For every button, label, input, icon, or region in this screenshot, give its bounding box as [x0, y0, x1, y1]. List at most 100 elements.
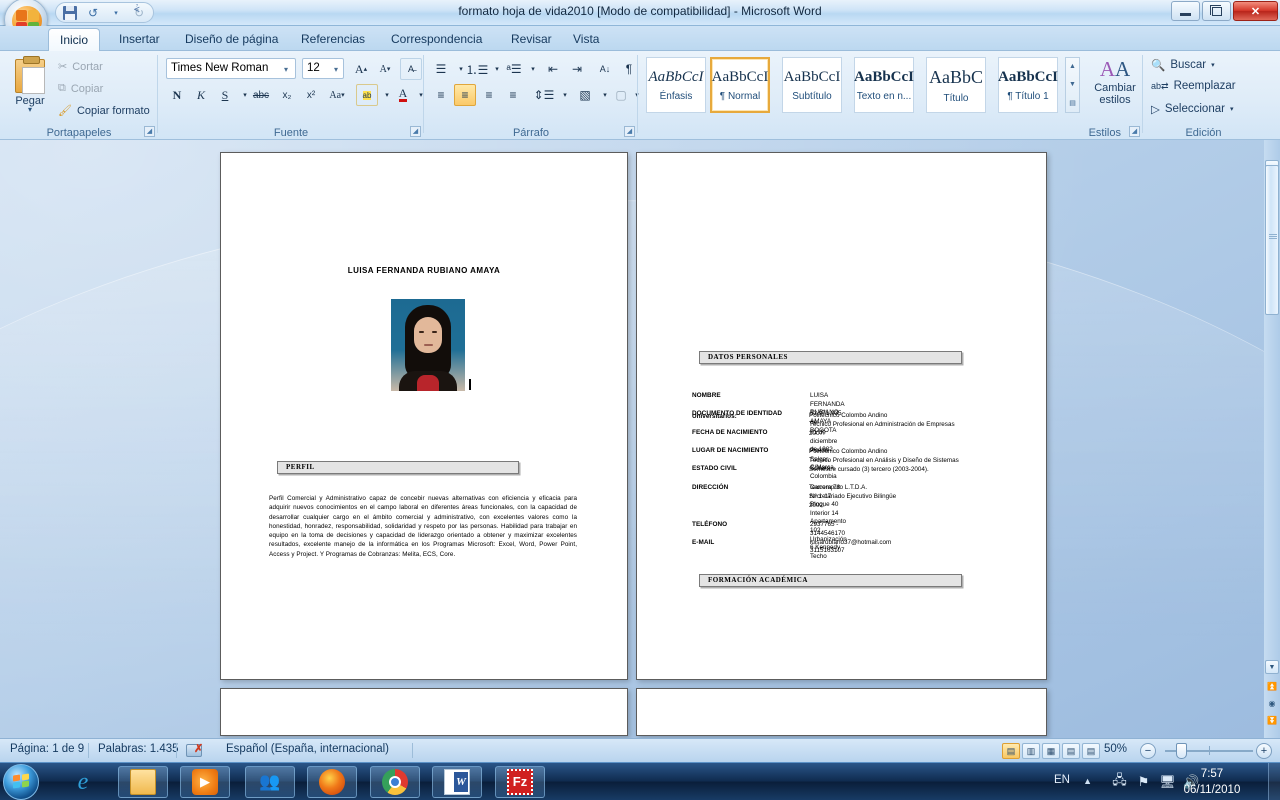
bullets-button[interactable]: ☰ [430, 58, 452, 80]
taskbar-filezilla[interactable]: Fz [495, 766, 545, 798]
document-page-3[interactable] [220, 688, 628, 736]
taskbar-internet-explorer[interactable]: e [58, 766, 108, 798]
flag-action-center-icon[interactable]: ⚑ [1135, 774, 1152, 790]
document-page-2[interactable]: DATOS PERSONALES NOMBRE LUISA FERNANDA R… [636, 152, 1047, 680]
sort-button[interactable]: A↓ [594, 58, 616, 80]
taskbar-chrome[interactable] [370, 766, 420, 798]
increase-indent-button[interactable]: ⇥ [566, 58, 588, 80]
grow-font-button[interactable]: A ▴ [350, 58, 372, 80]
line-spacing-button[interactable]: ⇕☰ [532, 84, 556, 106]
strikethrough-button[interactable]: abc [250, 84, 272, 106]
document-page-1[interactable]: LUISA FERNANDA RUBIANO AMAYA PERFIL Perf… [220, 152, 628, 680]
bold-button[interactable]: N [166, 84, 188, 106]
subscript-button[interactable]: x₂ [276, 84, 298, 106]
italic-button[interactable]: K [190, 84, 212, 106]
style-normal[interactable]: AaBbCcI ¶ Normal [710, 57, 770, 113]
document-canvas[interactable]: LUISA FERNANDA RUBIANO AMAYA PERFIL Perf… [0, 140, 1264, 738]
align-center-button[interactable]: ≡ [454, 84, 476, 106]
clock[interactable]: 7:57 06/11/2010 [1166, 766, 1258, 798]
font-dialog-launcher[interactable]: ◢ [410, 126, 421, 137]
superscript-button[interactable]: x² [300, 84, 322, 106]
shading-button[interactable]: ▧ [574, 84, 596, 106]
tab-correspondencia[interactable]: Correspondencia [380, 28, 493, 51]
copy-button[interactable]: ⧉ Copiar [58, 82, 103, 95]
chevron-up-icon[interactable]: ▲ [1069, 63, 1076, 70]
line-spacing-dropdown[interactable]: ▾ [554, 84, 576, 106]
zoom-slider-thumb[interactable] [1176, 743, 1187, 759]
change-case-button[interactable]: Aa ▾ [324, 84, 350, 106]
show-desktop-button[interactable] [1268, 763, 1280, 800]
select-dropdown-arrow[interactable]: ▾ [1230, 105, 1234, 113]
restore-button[interactable] [1202, 1, 1231, 21]
format-painter-button[interactable]: 🖌 Copiar formato [58, 104, 150, 118]
cut-button[interactable]: ✂ Cortar [58, 60, 103, 74]
taskbar-messenger[interactable]: 👥 [245, 766, 295, 798]
page-indicator[interactable]: Página: 1 de 9 [10, 743, 84, 755]
clear-formatting-button[interactable]: A̶ [400, 58, 422, 80]
tab-vista[interactable]: Vista [562, 28, 610, 51]
decrease-indent-button[interactable]: ⇤ [542, 58, 564, 80]
align-left-button[interactable]: ≡ [430, 84, 452, 106]
language-bar[interactable]: EN [1054, 774, 1070, 786]
view-web-layout[interactable]: ▦ [1042, 743, 1060, 759]
tab-referencias[interactable]: Referencias [290, 28, 376, 51]
zoom-out-button[interactable]: − [1140, 743, 1156, 759]
network-icon[interactable]: 🖧 [1111, 772, 1128, 790]
minimize-button[interactable] [1171, 1, 1200, 21]
start-button[interactable] [3, 764, 39, 800]
align-right-button[interactable]: ≡ [478, 84, 500, 106]
paragraph-dialog-launcher[interactable]: ◢ [624, 126, 635, 137]
taskbar-media-player[interactable]: ▶ [180, 766, 230, 798]
view-draft[interactable]: ▤ [1082, 743, 1100, 759]
language-indicator[interactable]: Español (España, internacional) [226, 743, 389, 755]
tab-inicio[interactable]: Inicio [48, 28, 101, 51]
font-name-input[interactable]: Times New Roman [166, 58, 296, 79]
find-dropdown-arrow[interactable]: ▾ [1211, 61, 1215, 69]
vertical-scrollbar[interactable]: ▲ ▼ ⏫ ◉ ⏬ [1264, 140, 1280, 738]
view-outline[interactable]: ▤ [1062, 743, 1080, 759]
show-hidden-icons-button[interactable]: ▲ [1083, 776, 1092, 786]
proofing-errors-icon[interactable] [186, 742, 203, 757]
tab-revisar[interactable]: Revisar [500, 28, 563, 51]
next-page-button[interactable]: ⏬ [1266, 714, 1278, 726]
taskbar-windows-explorer[interactable] [118, 766, 168, 798]
clipboard-dialog-launcher[interactable]: ◢ [144, 126, 155, 137]
zoom-level[interactable]: 50% [1104, 743, 1127, 755]
copy-icon: ⧉ [58, 82, 66, 94]
tab-insertar[interactable]: Insertar [108, 28, 171, 51]
style-titulo-1[interactable]: AaBbCcI ¶ Título 1 [998, 57, 1058, 113]
group-fuente: Times New Roman ▾ 12 ▾ A ▴ A ▾ A̶ N K S ▾ … [158, 51, 424, 140]
scrollbar-thumb[interactable] [1265, 165, 1279, 315]
replace-button[interactable]: ab⇄ Reemplazar [1151, 80, 1236, 92]
numbering-button[interactable]: ⒈☰ [466, 58, 489, 80]
multilevel-dropdown[interactable]: ▾ [522, 58, 544, 80]
word-count[interactable]: Palabras: 1.435 [98, 743, 179, 755]
justify-button[interactable]: ≡ [502, 84, 524, 106]
text-highlight-button[interactable]: ab [356, 84, 378, 106]
find-button[interactable]: 🔍 Buscar ▾ [1151, 58, 1215, 72]
tab-diseno-pagina[interactable]: Diseño de página [174, 28, 289, 51]
view-full-screen-reading[interactable]: ▥ [1022, 743, 1040, 759]
document-page-4[interactable] [636, 688, 1047, 736]
scroll-down-button[interactable]: ▼ [1265, 660, 1279, 674]
style-subtitulo[interactable]: AaBbCcI Subtítulo [782, 57, 842, 113]
close-button[interactable]: ✕ [1233, 1, 1278, 21]
shrink-font-button[interactable]: A ▾ [374, 58, 396, 80]
select-browse-object-button[interactable]: ◉ [1266, 697, 1278, 709]
taskbar-firefox[interactable] [307, 766, 357, 798]
view-print-layout[interactable]: ▤ [1002, 743, 1020, 759]
styles-dialog-launcher[interactable]: ◢ [1129, 126, 1140, 137]
change-styles-button[interactable]: AA Cambiar estilos [1086, 57, 1144, 119]
taskbar-microsoft-word[interactable]: W [432, 766, 482, 798]
styles-gallery-scroll[interactable]: ▲ ▼ ▤ [1065, 57, 1080, 113]
style-texto-en-negrita[interactable]: AaBbCcI Texto en n... [854, 57, 914, 113]
paste-button[interactable]: Pegar ▾ [8, 56, 52, 119]
previous-page-button[interactable]: ⏫ [1266, 680, 1278, 692]
more-styles-icon[interactable]: ▤ [1069, 99, 1076, 107]
chevron-down-icon[interactable]: ▼ [1069, 81, 1076, 88]
zoom-in-button[interactable]: + [1256, 743, 1272, 759]
select-button[interactable]: ▷ Seleccionar ▾ [1151, 102, 1233, 116]
style-titulo[interactable]: AaBbC Título [926, 57, 986, 113]
underline-button[interactable]: S [214, 84, 236, 106]
style-enfasis[interactable]: AaBbCcI Énfasis [646, 57, 706, 113]
